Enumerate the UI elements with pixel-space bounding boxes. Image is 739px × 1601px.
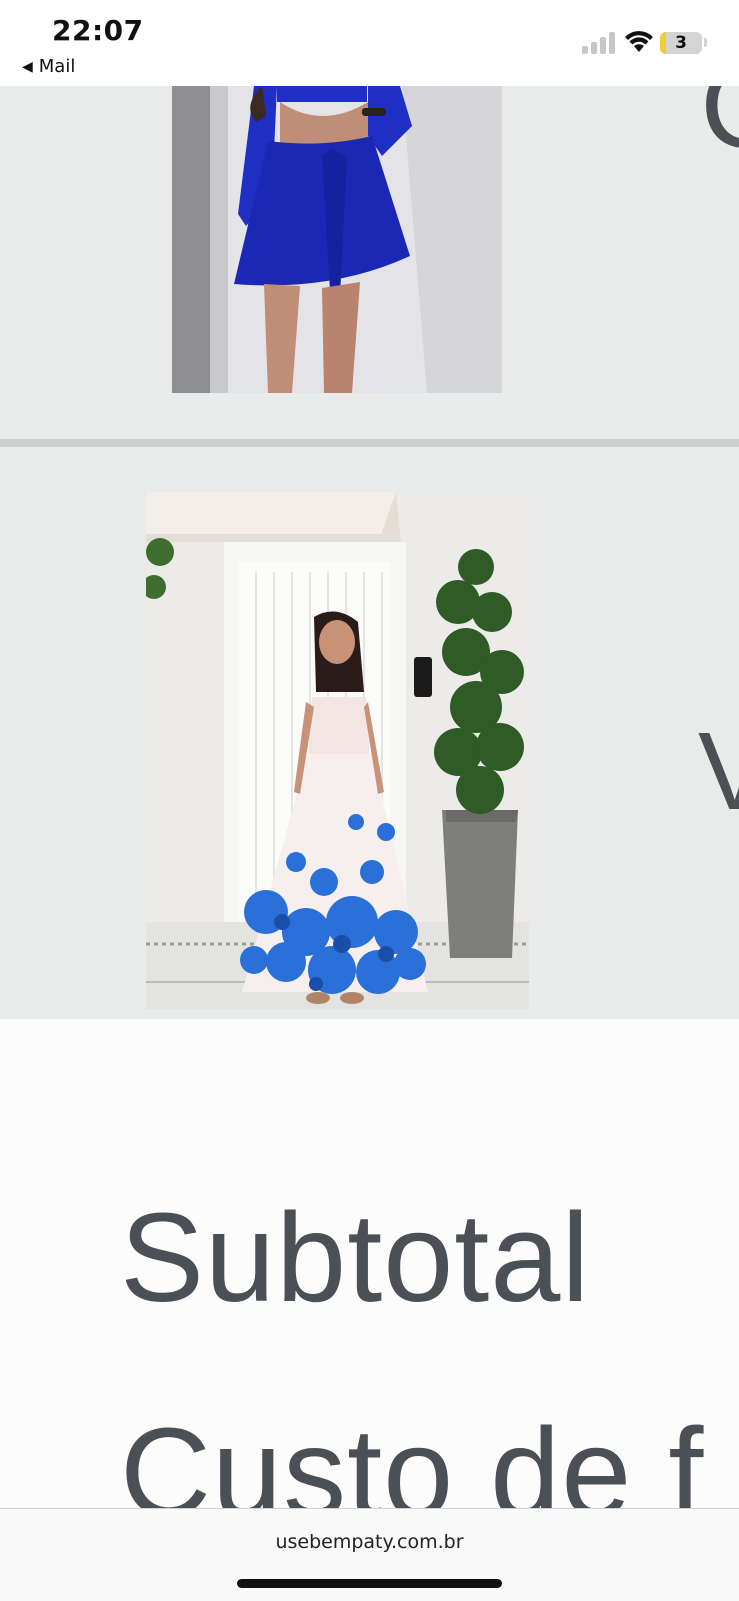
product-name-partial: C	[700, 86, 739, 166]
back-arrow-icon: ◀	[22, 58, 33, 75]
back-link-label: Mail	[38, 56, 76, 77]
item-divider	[0, 439, 739, 447]
subtotal-label: Subtotal	[120, 1187, 591, 1328]
home-indicator[interactable]	[237, 1579, 502, 1588]
signal-icon	[582, 32, 615, 54]
product-image[interactable]	[146, 492, 529, 1009]
product-image[interactable]	[172, 86, 502, 393]
cart-item: V	[0, 447, 739, 1019]
product-photo-blue-outfit	[172, 86, 502, 393]
product-photo-floral-dress	[146, 492, 529, 1009]
battery-icon: 3	[660, 32, 702, 54]
cart-item: C	[0, 86, 739, 439]
product-name-partial: V	[698, 710, 739, 833]
back-to-mail-link[interactable]: ◀ Mail	[22, 56, 75, 77]
status-bar: 22:07 ◀ Mail 3	[0, 0, 739, 86]
battery-cap	[704, 38, 707, 47]
browser-url-bar[interactable]: usebempaty.com.br	[0, 1508, 739, 1601]
status-time: 22:07	[52, 14, 144, 47]
url-text[interactable]: usebempaty.com.br	[0, 1531, 739, 1553]
wifi-icon	[625, 31, 653, 52]
battery-level: 3	[675, 33, 687, 53]
